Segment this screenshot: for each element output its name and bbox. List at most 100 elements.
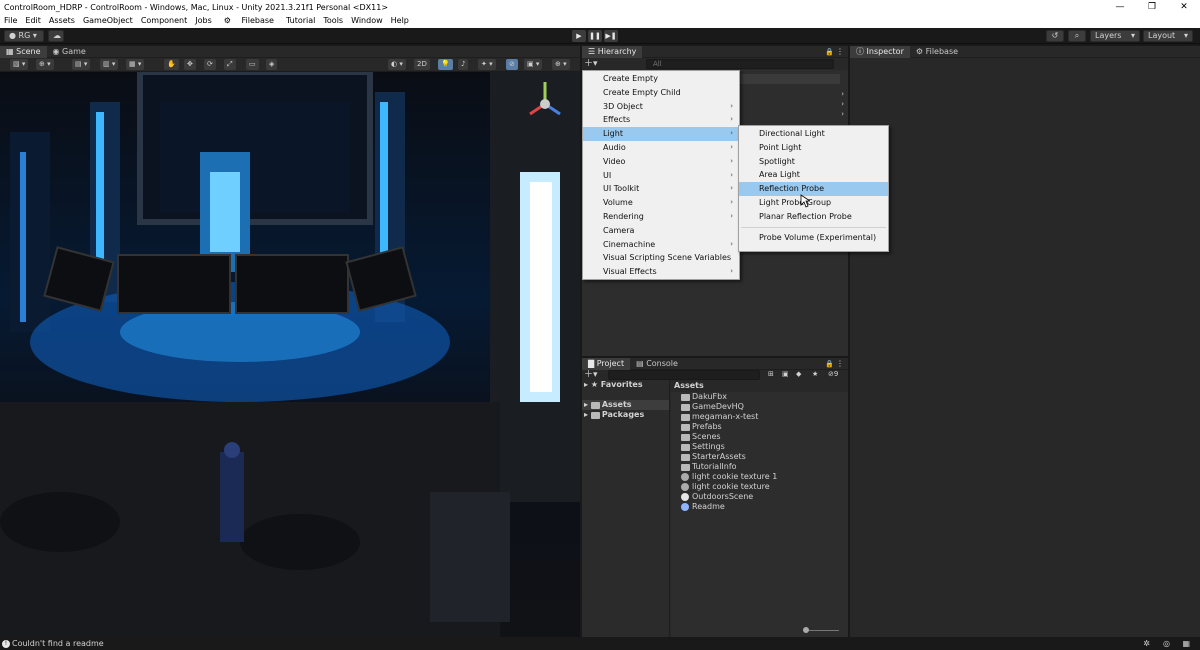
cache-icon[interactable]: ▦ xyxy=(1182,639,1190,648)
search-button[interactable]: ⌕ xyxy=(1068,30,1086,42)
more-options-icon[interactable]: ⋮ xyxy=(836,359,844,368)
menu-component[interactable]: Component xyxy=(137,14,191,28)
menu-item-create-empty[interactable]: Create Empty xyxy=(583,72,739,86)
menu-item-video[interactable]: Video › xyxy=(583,155,739,169)
asset-item[interactable]: Settings xyxy=(681,442,848,452)
tab-console[interactable]: ▤ Console xyxy=(630,358,684,370)
asset-item[interactable]: light cookie texture xyxy=(681,482,848,492)
rotate-tool-icon[interactable]: ⟳ xyxy=(204,59,216,70)
toggle-2d-button[interactable]: 2D xyxy=(414,59,430,70)
menu-item-planar-reflection-probe[interactable]: Planar Reflection Probe xyxy=(739,210,888,224)
menu-item-visual-effects[interactable]: Visual Effects › xyxy=(583,265,739,279)
menu-item-create-empty-child[interactable]: Create Empty Child xyxy=(583,86,739,100)
orientation-gizmo[interactable] xyxy=(520,74,570,134)
project-search-input[interactable] xyxy=(608,370,760,380)
menu-item-3d-object[interactable]: 3D Object › xyxy=(583,100,739,114)
search-by-type-icon[interactable]: ⊞ xyxy=(768,370,774,378)
grid-toggle-button[interactable]: ▦ ▾ xyxy=(126,59,145,70)
history-button[interactable]: ↺ xyxy=(1046,30,1064,42)
asset-item[interactable]: StarterAssets xyxy=(681,452,848,462)
menu-item-directional-light[interactable]: Directional Light xyxy=(739,127,888,141)
menu-item-ui-toolkit[interactable]: UI Toolkit › xyxy=(583,182,739,196)
asset-item[interactable]: TutorialInfo xyxy=(681,462,848,472)
effects-toggle-icon[interactable]: ✦ ▾ xyxy=(478,59,496,70)
menu-item-volume[interactable]: Volume › xyxy=(583,196,739,210)
menu-window[interactable]: Window xyxy=(347,14,387,28)
scale-tool-icon[interactable]: ⤢ xyxy=(224,59,236,70)
create-asset-button[interactable]: ＋▾ xyxy=(584,370,598,380)
menu-tutorial[interactable]: Tutorial xyxy=(282,14,319,28)
asset-item[interactable]: megaman-x-test xyxy=(681,412,848,422)
hidden-objects-icon[interactable]: ⊘ xyxy=(506,59,518,70)
hidden-packages-toggle[interactable]: ⊘9 xyxy=(828,370,838,378)
menu-item-visual-scripting-scene-variables[interactable]: Visual Scripting Scene Variables xyxy=(583,251,739,265)
tab-project[interactable]: ▇ Project xyxy=(582,357,631,370)
chevron-right-icon[interactable]: › xyxy=(841,90,844,98)
menu-gameobject[interactable]: GameObject xyxy=(79,14,137,28)
menu-assets[interactable]: Assets xyxy=(45,14,79,28)
close-button[interactable]: ✕ xyxy=(1168,0,1200,14)
add-object-button[interactable]: ＋▾ xyxy=(584,58,598,70)
menu-item-area-light[interactable]: Area Light xyxy=(739,168,888,182)
audio-toggle-icon[interactable]: ♪ xyxy=(458,59,469,70)
render-mode-button[interactable]: ◐ ▾ xyxy=(388,59,406,70)
hand-tool-icon[interactable]: ✋ xyxy=(164,59,179,70)
rect-tool-icon[interactable]: ▭ xyxy=(246,59,259,70)
menu-item-audio[interactable]: Audio › xyxy=(583,141,739,155)
favorites-item[interactable]: ▸ ★ Favorites xyxy=(582,380,669,390)
camera-settings-icon[interactable]: ▣ ▾ xyxy=(524,59,543,70)
step-button[interactable]: ▶❚ xyxy=(604,30,618,42)
transform-tool-icon[interactable]: ◈ xyxy=(266,59,278,70)
asset-item[interactable]: Readme xyxy=(681,502,848,512)
layers-dropdown[interactable]: Layers ▾ xyxy=(1090,30,1140,42)
more-options-icon[interactable]: ⋮ xyxy=(836,47,844,56)
tab-hierarchy[interactable]: ☰ Hierarchy xyxy=(582,45,643,58)
lock-icon[interactable]: 🔒 xyxy=(825,360,834,368)
asset-item[interactable]: Prefabs xyxy=(681,422,848,432)
menu-item-camera[interactable]: Camera xyxy=(583,224,739,238)
selected-scene-row[interactable] xyxy=(740,74,840,84)
maximize-button[interactable]: ❐ xyxy=(1136,0,1168,14)
lock-icon[interactable]: 🔒 xyxy=(825,48,834,56)
pause-button[interactable]: ❚❚ xyxy=(588,30,602,42)
search-by-label-icon[interactable]: ▣ xyxy=(782,370,789,378)
menu-filebase[interactable]: ⚙ Filebase xyxy=(216,14,282,28)
account-dropdown[interactable]: ● RG ▾ xyxy=(4,30,44,42)
menu-item-light[interactable]: Light › xyxy=(583,127,739,141)
asset-item[interactable]: light cookie texture 1 xyxy=(681,472,848,482)
menu-file[interactable]: File xyxy=(0,14,21,28)
menu-item-light-probe-group[interactable]: Light Probe Group xyxy=(739,196,888,210)
tree-item-assets[interactable]: ▸ Assets xyxy=(582,400,669,410)
menu-item-point-light[interactable]: Point Light xyxy=(739,141,888,155)
lighting-toggle-icon[interactable]: 💡 xyxy=(438,59,453,70)
gizmo-toggle-button[interactable]: ⊕ ▾ xyxy=(36,59,54,70)
status-message[interactable]: Couldn't find a readme xyxy=(10,639,104,648)
grid-snap-button[interactable]: ▤ ▾ xyxy=(72,59,91,70)
tab-scene[interactable]: ▦ Scene xyxy=(0,45,47,58)
tree-item-packages[interactable]: ▸ Packages xyxy=(582,410,669,420)
asset-item[interactable]: DakuFbx xyxy=(681,392,848,402)
debug-icon[interactable]: ✲ xyxy=(1143,639,1150,648)
tab-game[interactable]: ◉ Game xyxy=(47,46,92,58)
chevron-right-icon[interactable]: › xyxy=(841,110,844,118)
progress-icon[interactable]: ◎ xyxy=(1163,639,1170,648)
menu-item-ui[interactable]: UI › xyxy=(583,169,739,183)
cloud-button[interactable]: ☁ xyxy=(48,30,64,42)
layout-dropdown[interactable]: Layout ▾ xyxy=(1143,30,1193,42)
menu-help[interactable]: Help xyxy=(387,14,413,28)
icon-size-slider[interactable] xyxy=(803,627,839,633)
play-button[interactable]: ▶ xyxy=(572,30,586,42)
menu-item-probe-volume-experimental[interactable]: Probe Volume (Experimental) xyxy=(739,231,888,245)
gizmos-dropdown[interactable]: ⊕ ▾ xyxy=(552,59,570,70)
menu-item-reflection-probe[interactable]: Reflection Probe xyxy=(739,182,888,196)
label-icon[interactable]: ◆ xyxy=(796,370,801,378)
menu-tools[interactable]: Tools xyxy=(319,14,347,28)
menu-item-effects[interactable]: Effects › xyxy=(583,113,739,127)
tab-inspector[interactable]: ⓘ Inspector xyxy=(850,45,910,58)
scene-viewport[interactable] xyxy=(0,72,580,637)
menu-jobs[interactable]: Jobs xyxy=(191,14,216,28)
menu-item-rendering[interactable]: Rendering › xyxy=(583,210,739,224)
asset-item[interactable]: Scenes xyxy=(681,432,848,442)
minimize-button[interactable]: — xyxy=(1104,0,1136,14)
chevron-right-icon[interactable]: › xyxy=(841,100,844,108)
